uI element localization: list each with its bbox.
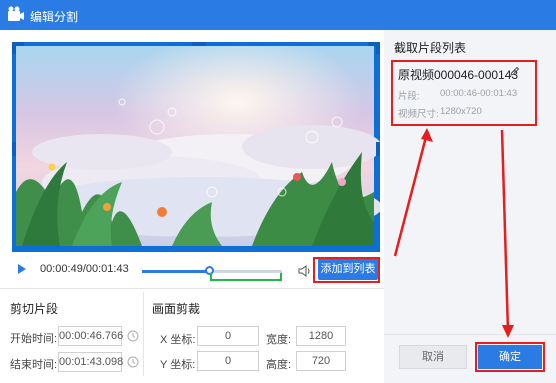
highlight-clip-item bbox=[391, 60, 537, 126]
volume-icon[interactable] bbox=[298, 264, 312, 278]
time-display: 00:00:49/00:01:43 bbox=[40, 263, 129, 275]
end-time-input[interactable]: 00:01:43.098 bbox=[58, 352, 123, 372]
section-divider-vertical bbox=[143, 292, 144, 376]
video-editor-icon bbox=[8, 6, 24, 21]
height-input[interactable]: 720 bbox=[296, 351, 346, 371]
width-label: 宽度: bbox=[266, 334, 292, 346]
cut-section-title: 剪切片段 bbox=[10, 302, 59, 316]
progress-fill bbox=[142, 270, 210, 273]
video-preview[interactable] bbox=[12, 42, 380, 252]
reset-end-icon[interactable] bbox=[127, 356, 139, 368]
start-time-input[interactable]: 00:00:46.766 bbox=[58, 326, 123, 346]
section-divider bbox=[0, 288, 384, 289]
highlight-add-button bbox=[313, 257, 380, 283]
footer-divider bbox=[384, 334, 556, 335]
cancel-button[interactable]: 取消 bbox=[399, 345, 467, 369]
x-coord-label: X 坐标: bbox=[160, 334, 196, 346]
end-time-label: 结束时间: bbox=[10, 359, 58, 371]
height-label: 高度: bbox=[266, 359, 292, 371]
title-bar: 编辑分割 bbox=[0, 0, 556, 30]
width-input[interactable]: 1280 bbox=[296, 326, 346, 346]
cut-range-marker[interactable] bbox=[210, 273, 282, 281]
window-title: 编辑分割 bbox=[30, 10, 79, 24]
video-frame-image bbox=[12, 42, 380, 252]
play-icon[interactable] bbox=[18, 264, 26, 274]
y-coord-label: Y 坐标: bbox=[160, 359, 196, 371]
start-time-label: 开始时间: bbox=[10, 333, 58, 345]
highlight-confirm-button bbox=[475, 342, 545, 372]
clip-list-title: 截取片段列表 bbox=[394, 41, 467, 55]
crop-section-title: 画面剪裁 bbox=[152, 302, 201, 316]
reset-start-icon[interactable] bbox=[127, 330, 139, 342]
x-coord-input[interactable]: 0 bbox=[197, 326, 259, 346]
y-coord-input[interactable]: 0 bbox=[197, 351, 259, 371]
